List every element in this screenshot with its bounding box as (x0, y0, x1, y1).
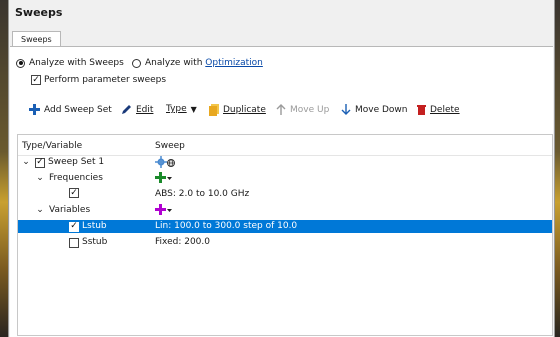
desktop-background-left (0, 0, 8, 337)
sstub-label: Sstub (82, 237, 108, 247)
column-header-sweep[interactable]: Sweep (155, 141, 185, 151)
tab-sweeps[interactable]: Sweeps (12, 31, 61, 47)
lstub-sweep-value: Lin: 100.0 to 300.0 step of 10.0 (155, 221, 298, 231)
dropdown-arrow-icon: ▼ (190, 104, 197, 114)
frequency-sweep-value: ABS: 2.0 to 10.0 GHz (155, 189, 250, 199)
edit-label: Edit (136, 104, 154, 115)
tree-row-frequencies[interactable]: ⌄ Frequencies (18, 172, 552, 185)
type-label: Type (166, 104, 187, 114)
perform-parameter-sweeps-label: Perform parameter sweeps (44, 75, 167, 85)
add-sweep-set-button[interactable]: Add Sweep Set (29, 104, 112, 115)
edit-button[interactable]: Edit (121, 104, 153, 115)
tree-row-sstub[interactable]: Sstub Fixed: 200.0 (18, 236, 552, 249)
lstub-label: Lstub (82, 221, 107, 231)
optimization-link[interactable]: Optimization (205, 58, 263, 68)
column-header-type-variable[interactable]: Type/Variable (22, 141, 82, 151)
sweep-set-checkbox[interactable]: ✓ (35, 157, 45, 168)
duplicate-label: Duplicate (223, 105, 266, 115)
analyze-sweeps-label: Analyze with Sweeps (29, 58, 124, 68)
move-down-label: Move Down (355, 104, 408, 115)
move-down-button[interactable]: Move Down (341, 104, 408, 115)
sstub-sweep-value: Fixed: 200.0 (155, 237, 210, 247)
analyze-optimization-option[interactable]: Analyze with Optimization (132, 58, 263, 68)
dialog-title: Sweeps (15, 6, 63, 19)
tree-row-frequency-item[interactable]: ✓ ABS: 2.0 to 10.0 GHz (18, 188, 552, 201)
tree-row-sweep-set[interactable]: ⌄ ✓ Sweep Set 1 (18, 156, 552, 169)
duplicate-icon (209, 104, 219, 116)
perform-parameter-sweeps-checkbox[interactable]: ✓ (31, 75, 41, 85)
lstub-checkbox[interactable]: ✓ (69, 221, 79, 232)
chevron-down-icon[interactable]: ⌄ (35, 204, 45, 217)
analyze-sweeps-option[interactable]: Analyze with Sweeps (16, 58, 124, 68)
sweep-set-label: Sweep Set 1 (48, 157, 105, 167)
move-up-label: Move Up (290, 104, 330, 115)
delete-button[interactable]: Delete (417, 104, 460, 115)
analyze-optimization-label: Analyze with (145, 58, 206, 68)
add-variable-icon[interactable] (155, 204, 173, 216)
sstub-checkbox[interactable] (69, 237, 79, 248)
tree-row-variables[interactable]: ⌄ Variables (18, 204, 552, 217)
perform-parameter-sweeps-option[interactable]: ✓ Perform parameter sweeps (31, 75, 166, 85)
chevron-down-icon[interactable]: ⌄ (35, 172, 45, 185)
delete-label: Delete (430, 104, 460, 115)
arrow-down-icon (341, 104, 351, 115)
add-sweep-set-label: Add Sweep Set (44, 104, 112, 115)
tree-row-lstub[interactable]: ✓ Lstub Lin: 100.0 to 300.0 step of 10.0 (18, 220, 552, 233)
sweeps-dialog: Sweeps Sweeps Analyze with Sweeps Analyz… (8, 0, 555, 337)
analyze-sweeps-radio[interactable] (16, 58, 25, 68)
plus-icon (29, 104, 40, 115)
sweep-tree-table: Type/Variable Sweep ⌄ ✓ Sweep Set 1 ⌄ Fr… (17, 134, 553, 336)
add-green-icon[interactable] (155, 172, 173, 184)
type-dropdown-button[interactable]: Type ▼ (166, 104, 197, 114)
trash-icon (417, 105, 426, 115)
frequencies-label: Frequencies (49, 173, 103, 183)
variables-label: Variables (49, 205, 91, 215)
arrow-up-icon (276, 104, 286, 115)
frequency-checkbox[interactable]: ✓ (69, 188, 79, 198)
gear-globe-icon[interactable] (155, 156, 177, 168)
pencil-icon (122, 105, 131, 114)
move-up-button[interactable]: Move Up (276, 104, 329, 115)
duplicate-button[interactable]: Duplicate (209, 104, 266, 116)
analyze-optimization-radio[interactable] (132, 58, 141, 68)
chevron-down-icon[interactable]: ⌄ (21, 156, 31, 169)
